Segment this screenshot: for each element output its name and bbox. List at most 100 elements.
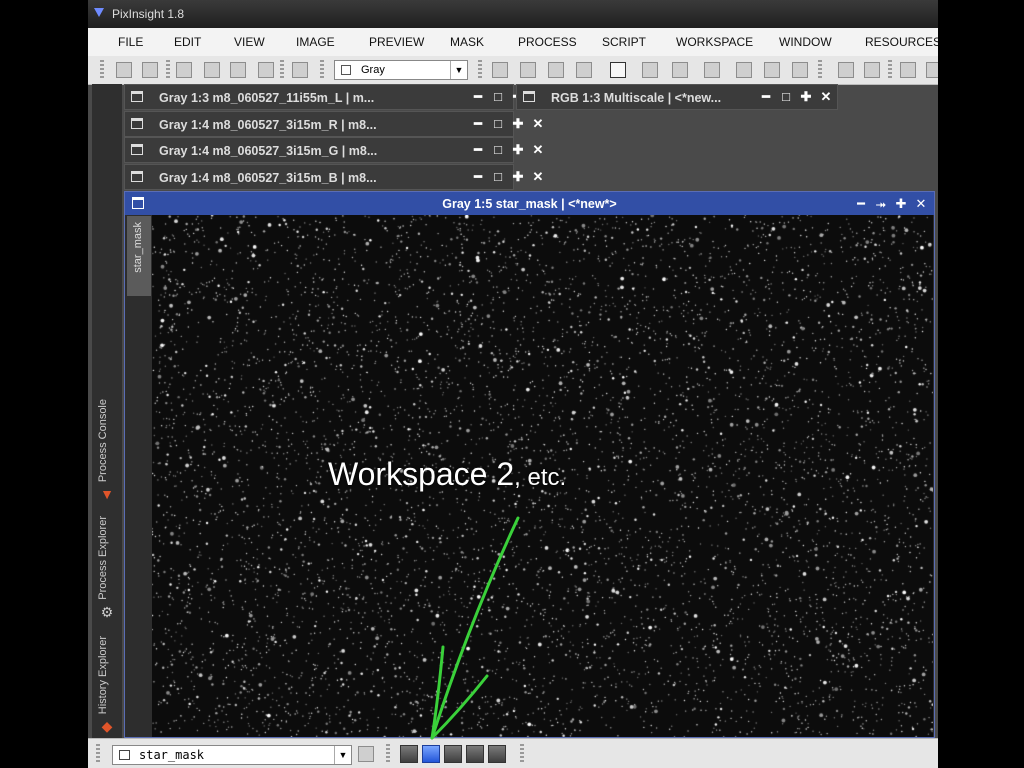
iconized-window[interactable]: RGB 1:3 Multiscale | <*new... ━ □ ✚ ✕ [516, 84, 838, 110]
annotation-main: Workspace 2 [328, 456, 515, 492]
workspace-4-button[interactable] [466, 745, 484, 763]
maximize-icon[interactable]: ✚ [511, 169, 525, 185]
window-icon [523, 91, 535, 102]
menu-script[interactable]: SCRIPT [602, 35, 646, 49]
workspace-2-button[interactable] [422, 745, 440, 763]
annotation-suffix: , etc. [514, 464, 567, 491]
view-selector-bar: star_mask ▼ [88, 738, 938, 768]
toolbar-grip[interactable] [818, 60, 822, 80]
redo-icon[interactable] [142, 62, 158, 78]
maximize-icon[interactable]: ✚ [511, 116, 525, 132]
workspace-1-button[interactable] [400, 745, 418, 763]
tool-button-12[interactable] [704, 62, 720, 78]
minimize-icon[interactable]: ━ [471, 116, 485, 132]
minimize-icon[interactable]: ━ [471, 142, 485, 158]
view-identifier-tab[interactable]: star_mask [127, 216, 151, 296]
tool-button-7[interactable] [520, 62, 536, 78]
shade-icon[interactable]: □ [491, 89, 505, 105]
tool-button-3[interactable] [230, 62, 246, 78]
iconized-window[interactable]: Gray 1:4 m8_060527_3i15m_G | m8... ━ □ ✚… [124, 137, 543, 163]
iconized-window[interactable]: Gray 1:3 m8_060527_11i55m_L | m... ━ □ ✚… [124, 84, 543, 110]
window-title: Gray 1:3 m8_060527_11i55m_L | m... [159, 91, 375, 105]
minimize-icon[interactable]: ━ [471, 89, 485, 105]
image-window-title: Gray 1:5 star_mask | <*new*> [442, 197, 617, 211]
tool-button-19[interactable] [926, 62, 938, 78]
image-window-titlebar[interactable]: Gray 1:5 star_mask | <*new*> ━ ⯮ ✚ ✕ [125, 192, 934, 215]
close-icon[interactable]: ✕ [914, 196, 928, 212]
tool-button-13[interactable] [736, 62, 752, 78]
toolbar-grip[interactable] [96, 744, 100, 764]
toolbar-grip[interactable] [888, 60, 892, 80]
undo-icon[interactable] [116, 62, 132, 78]
menu-preview[interactable]: PREVIEW [369, 35, 424, 49]
tool-button-8[interactable] [548, 62, 564, 78]
view-list-dropdown[interactable]: star_mask ▼ [112, 745, 352, 765]
menu-mask[interactable]: MASK [450, 35, 484, 49]
tool-button-9[interactable] [576, 62, 592, 78]
tab-label: Process Explorer [97, 516, 109, 600]
tool-button-1[interactable] [176, 62, 192, 78]
tab-process-console[interactable]: Process Console ▼ [92, 392, 122, 504]
menu-file[interactable]: FILE [118, 35, 143, 49]
zoom-icon[interactable] [610, 62, 626, 78]
workspace-5-button[interactable] [488, 745, 506, 763]
minimize-icon[interactable]: ━ [471, 169, 485, 185]
view-identifier: star_mask [132, 222, 144, 273]
tab-history-explorer[interactable]: History Explorer ◆ [92, 628, 122, 736]
tool-button-17[interactable] [864, 62, 880, 78]
title-bar[interactable]: PixInsight 1.8 [88, 0, 938, 28]
view-selector-dropdown[interactable]: Gray ▼ [334, 60, 468, 80]
menu-workspace[interactable]: WORKSPACE [676, 35, 753, 49]
chevron-down-icon[interactable]: ▼ [334, 746, 351, 764]
close-icon[interactable]: ✕ [531, 142, 545, 158]
maximize-icon[interactable]: ✚ [511, 142, 525, 158]
toolbar-grip[interactable] [100, 60, 104, 80]
toolbar-grip[interactable] [280, 60, 284, 80]
toolbar-grip[interactable] [320, 60, 324, 80]
tool-button-10[interactable] [642, 62, 658, 78]
close-icon[interactable]: ✕ [819, 89, 833, 105]
toolbar-grip[interactable] [386, 744, 390, 764]
shade-icon[interactable]: ⯮ [874, 196, 888, 212]
tool-button-6[interactable] [492, 62, 508, 78]
tool-button-18[interactable] [900, 62, 916, 78]
tool-button-4[interactable] [258, 62, 274, 78]
close-icon[interactable]: ✕ [531, 169, 545, 185]
window-title: Gray 1:4 m8_060527_3i15m_G | m8... [159, 144, 378, 158]
tool-button-5[interactable] [292, 62, 308, 78]
iconized-window[interactable]: Gray 1:4 m8_060527_3i15m_B | m8... ━ □ ✚… [124, 164, 543, 190]
toolbar-grip[interactable] [520, 744, 524, 764]
chevron-down-icon[interactable]: ▼ [450, 61, 467, 79]
minimize-icon[interactable]: ━ [854, 196, 868, 212]
shade-icon[interactable]: □ [491, 169, 505, 185]
menu-resources[interactable]: RESOURCES [865, 35, 938, 49]
menu-process[interactable]: PROCESS [518, 35, 577, 49]
shade-icon[interactable]: □ [779, 89, 793, 105]
view-toggle-icon[interactable] [358, 746, 374, 762]
tool-button-11[interactable] [672, 62, 688, 78]
tool-button-16[interactable] [838, 62, 854, 78]
menu-window[interactable]: WINDOW [779, 35, 832, 49]
shade-icon[interactable]: □ [491, 142, 505, 158]
tab-label: History Explorer [97, 635, 109, 714]
window-icon [131, 118, 143, 129]
shade-icon[interactable]: □ [491, 116, 505, 132]
menu-view[interactable]: VIEW [234, 35, 265, 49]
iconized-window[interactable]: Gray 1:4 m8_060527_3i15m_R | m8... ━ □ ✚… [124, 111, 543, 137]
tool-button-2[interactable] [204, 62, 220, 78]
tab-label: Process Console [97, 398, 109, 482]
workspace-3-button[interactable] [444, 745, 462, 763]
pixinsight-logo-icon [94, 8, 104, 17]
menu-bar: FILE EDIT VIEW IMAGE PREVIEW MASK PROCES… [88, 28, 938, 57]
minimize-icon[interactable]: ━ [759, 89, 773, 105]
toolbar-grip[interactable] [166, 60, 170, 80]
menu-edit[interactable]: EDIT [174, 35, 201, 49]
tool-button-15[interactable] [792, 62, 808, 78]
menu-image[interactable]: IMAGE [296, 35, 335, 49]
maximize-icon[interactable]: ✚ [894, 196, 908, 212]
close-icon[interactable]: ✕ [531, 116, 545, 132]
maximize-icon[interactable]: ✚ [799, 89, 813, 105]
tool-button-14[interactable] [764, 62, 780, 78]
tab-process-explorer[interactable]: Process Explorer ⚙ [92, 510, 122, 622]
toolbar-grip[interactable] [478, 60, 482, 80]
